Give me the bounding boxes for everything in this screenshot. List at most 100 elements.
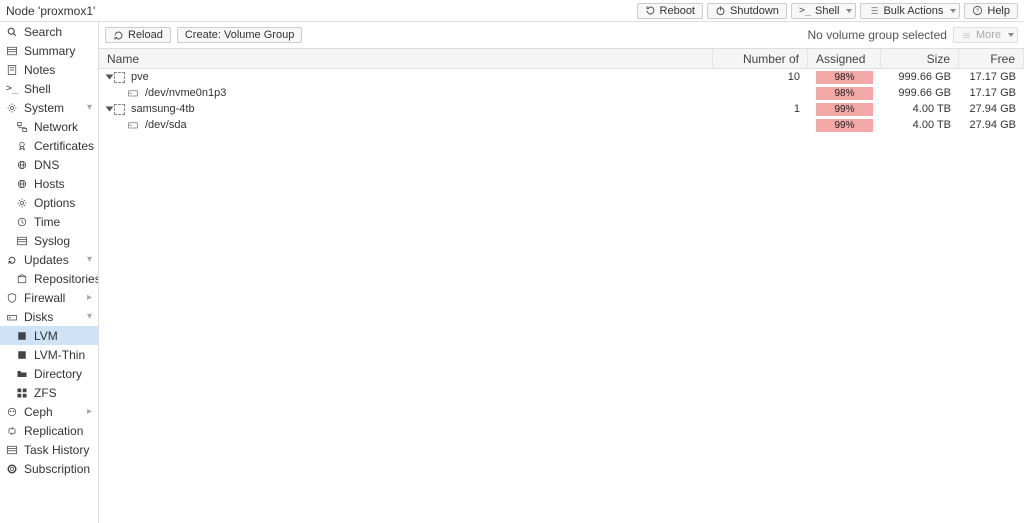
shutdown-button[interactable]: Shutdown [707,3,787,19]
sidebar-item-ceph[interactable]: Ceph▸ [0,402,98,421]
list-icon [6,45,18,57]
sidebar-item-lvm[interactable]: LVM [0,326,98,345]
sidebar-item-search[interactable]: Search [0,22,98,41]
expand-triangle-icon[interactable] [106,107,114,112]
refresh-icon [113,30,124,41]
sidebar-item-label: LVM [34,329,58,343]
note-icon [6,64,18,76]
sidebar-item-label: Task History [24,443,89,457]
cell-assigned: 99% [808,119,881,132]
vg-name: pve [131,71,149,83]
shell-button[interactable]: >_Shell [791,3,857,19]
more-button[interactable]: More [953,27,1018,43]
sidebar-item-system[interactable]: System▾ [0,98,98,117]
shield-icon [6,292,18,304]
sidebar-item-label: Certificates [34,139,94,153]
cell-name: /dev/nvme0n1p3 [99,87,713,99]
sidebar-item-label: LVM-Thin [34,348,85,362]
create-vg-button[interactable]: Create: Volume Group [177,27,302,43]
expand-triangle-icon[interactable] [106,75,114,80]
sidebar-item-options[interactable]: Options [0,193,98,212]
reboot-label: Reboot [660,5,695,17]
list-icon [868,5,879,16]
disk-name: /dev/sda [145,119,187,131]
cell-free: 17.17 GB [959,71,1024,83]
table-row[interactable]: /dev/sda99%4.00 TB27.94 GB [99,117,1024,133]
sidebar-item-summary[interactable]: Summary [0,41,98,60]
sidebar-item-directory[interactable]: Directory [0,364,98,383]
cell-name: /dev/sda [99,119,713,131]
chevron-down-icon [1005,29,1014,41]
top-actions: Reboot Shutdown >_Shell Bulk Actions ?He… [637,3,1018,19]
expand-icon: ▸ [87,406,92,417]
cell-lvs: 1 [713,103,808,115]
disk-icon [127,87,139,99]
cell-name: samsung-4tb [99,103,713,115]
search-icon [6,26,18,38]
sidebar-item-dns[interactable]: DNS [0,155,98,174]
sidebar-item-label: Directory [34,367,82,381]
toolbar: Reload Create: Volume Group No volume gr… [99,22,1024,49]
sidebar-item-syslog[interactable]: Syslog [0,231,98,250]
sidebar-item-subscription[interactable]: Subscription [0,459,98,478]
table-row[interactable]: /dev/nvme0n1p398%999.66 GB17.17 GB [99,85,1024,101]
chevron-down-icon [947,5,956,17]
sidebar-item-notes[interactable]: Notes [0,60,98,79]
cell-name: pve [99,71,713,83]
help-button[interactable]: ?Help [964,3,1018,19]
clock-icon [16,216,28,228]
sidebar: Search SummaryNotes>_ShellSystem▾ Network C… [0,22,99,523]
cell-lvs: 10 [713,71,808,83]
sidebar-item-label: Subscription [24,462,90,476]
sidebar-item-zfs[interactable]: ZFS [0,383,98,402]
help-icon: ? [972,5,983,16]
sidebar-item-time[interactable]: Time [0,212,98,231]
expand-icon: ▸ [87,292,92,303]
sidebar-item-label: Replication [24,424,83,438]
sidebar-item-label: ZFS [34,386,57,400]
sidebar-item-label: Network [34,120,78,134]
gear-icon [16,197,28,209]
chevron-down-icon [843,5,852,17]
reboot-button[interactable]: Reboot [637,3,703,19]
col-lvs[interactable]: Number of LVs [713,49,808,68]
sidebar-item-label: System [24,101,64,115]
sidebar-item-firewall[interactable]: Firewall▸ [0,288,98,307]
col-size[interactable]: Size [881,49,959,68]
sidebar-item-shell[interactable]: >_Shell [0,79,98,98]
col-assigned[interactable]: Assigned to LVs [808,49,881,68]
col-free[interactable]: Free [959,49,1024,68]
bulk-actions-button[interactable]: Bulk Actions [860,3,960,19]
sidebar-item-label: Search [24,25,62,39]
sidebar-item-lvm-thin[interactable]: LVM-Thin [0,345,98,364]
svg-text:?: ? [976,9,979,15]
status-text: No volume group selected [808,28,947,42]
sidebar-item-disks[interactable]: Disks▾ [0,307,98,326]
cell-free: 27.94 GB [959,103,1024,115]
create-label: Create: Volume Group [185,29,294,41]
disk-name: /dev/nvme0n1p3 [145,87,226,99]
sidebar-item-label: Updates [24,253,69,267]
sidebar-item-updates[interactable]: Updates▾ [0,250,98,269]
globe-icon [16,159,28,171]
table-row[interactable]: pve1098%999.66 GB17.17 GB [99,69,1024,85]
list-icon [16,235,28,247]
reload-button[interactable]: Reload [105,27,171,43]
col-name[interactable]: Name [99,49,713,68]
sidebar-item-replication[interactable]: Replication [0,421,98,440]
usage-bar: 98% [816,71,873,84]
sidebar-item-repositories[interactable]: Repositories [0,269,98,288]
sidebar-item-hosts[interactable]: Hosts [0,174,98,193]
power-icon [715,5,726,16]
sidebar-item-task-history[interactable]: Task History [0,440,98,459]
table-row[interactable]: samsung-4tb199%4.00 TB27.94 GB [99,101,1024,117]
cell-size: 4.00 TB [881,103,959,115]
net-icon [16,121,28,133]
sq-icon [16,330,28,342]
sq-icon [16,349,28,361]
sidebar-item-label: DNS [34,158,59,172]
sidebar-item-certificates[interactable]: Certificates [0,136,98,155]
cell-free: 27.94 GB [959,119,1024,131]
folder-icon [16,368,28,380]
sidebar-item-network[interactable]: Network [0,117,98,136]
